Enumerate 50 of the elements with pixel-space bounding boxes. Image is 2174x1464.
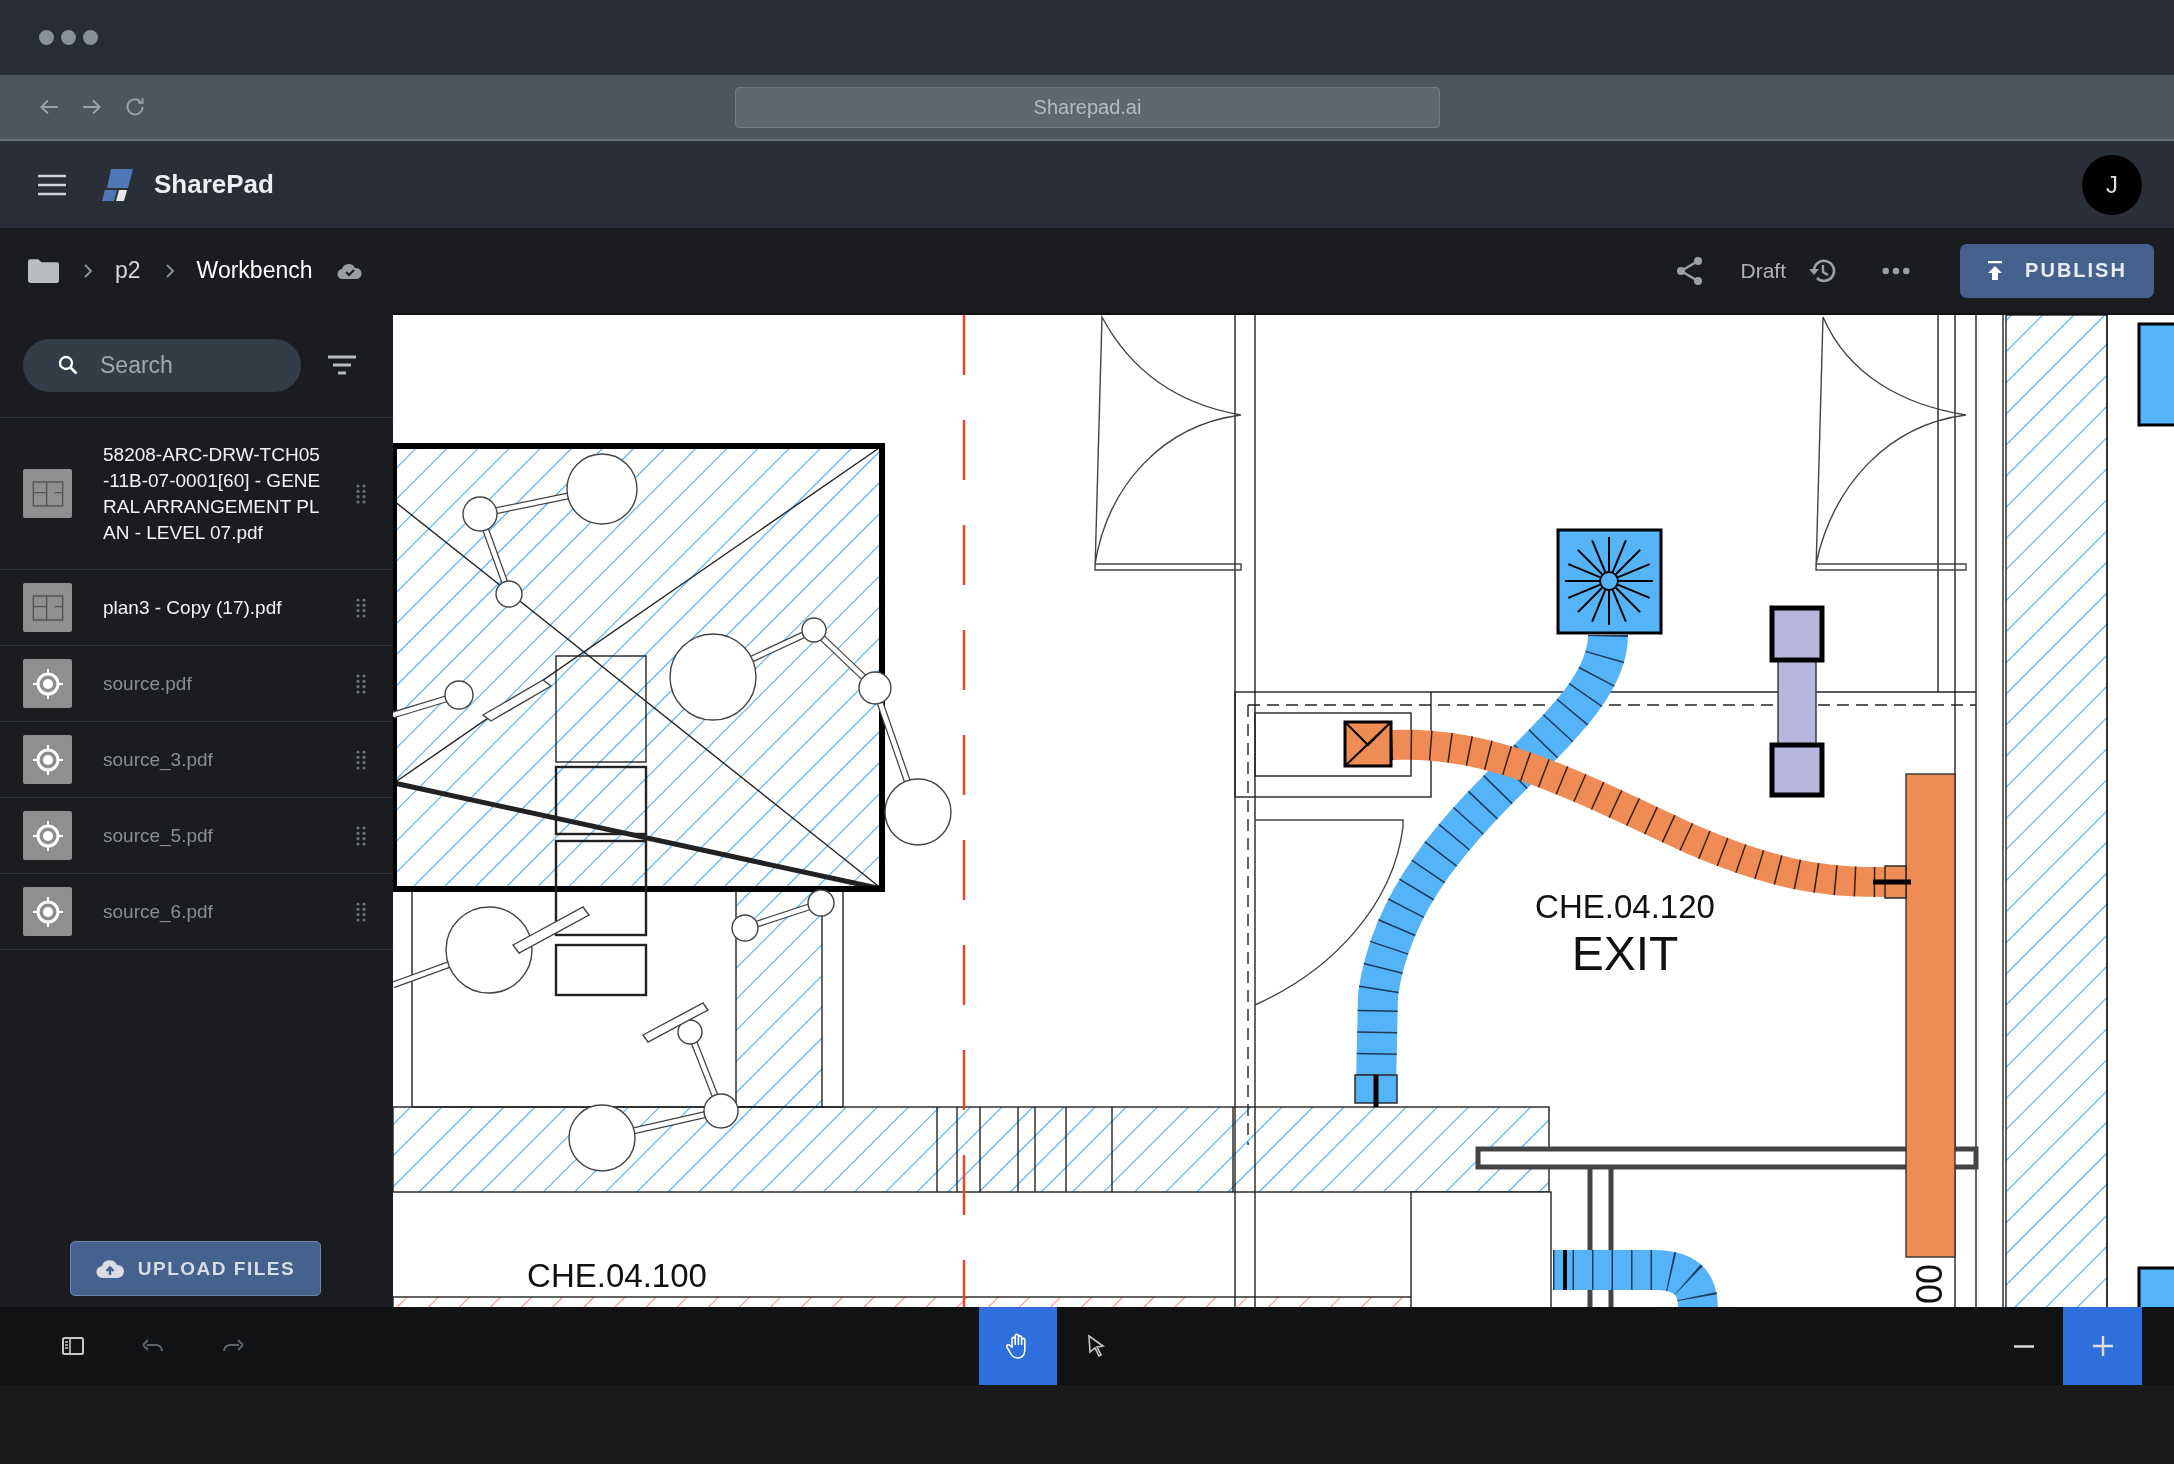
minus-icon <box>2012 1344 2035 1348</box>
tag-label: 00 <box>1908 1264 1949 1304</box>
file-name: 58208-ARC-DRW-TCH05-11B-07-0001[60] - GENERAL ARRANGEMENT PLAN - LEVEL 07.pdf <box>103 442 321 545</box>
upload-files-button[interactable]: UPLOAD FILES <box>70 1241 321 1296</box>
search-field[interactable]: Search <box>23 338 301 392</box>
more-icon[interactable] <box>1882 266 1910 275</box>
filter-icon[interactable] <box>328 355 356 375</box>
breadcrumb-link[interactable]: p2 <box>115 257 141 284</box>
chevron-icon <box>83 262 93 279</box>
upload-icon <box>1987 260 2004 281</box>
file-list-item[interactable]: source.pdf <box>0 646 393 722</box>
file-list-item[interactable]: 58208-ARC-DRW-TCH05-11B-07-0001[60] - GENERAL ARRANGEMENT PLAN - LEVEL 07.pdf <box>0 418 393 570</box>
file-list-item[interactable]: source_6.pdf <box>0 874 393 950</box>
file-name: source_6.pdf <box>103 899 214 925</box>
drag-handle-icon[interactable] <box>356 825 366 846</box>
drag-handle-icon[interactable] <box>356 597 366 618</box>
chevron-icon <box>164 262 175 279</box>
room-name: EXIT <box>1571 927 1679 980</box>
app-name: SharePad <box>154 169 274 200</box>
file-list-item[interactable]: source_3.pdf <box>0 722 393 798</box>
room-number: CHE.04.100 <box>527 1257 707 1294</box>
file-name: source.pdf <box>103 671 193 696</box>
drag-handle-icon[interactable] <box>356 483 366 504</box>
file-list-item[interactable]: source_5.pdf <box>0 798 393 874</box>
cloud-check-icon <box>336 261 363 280</box>
user-avatar[interactable]: J <box>2082 154 2142 215</box>
window-dot[interactable] <box>61 30 76 45</box>
hand-tool-button[interactable] <box>979 1307 1057 1385</box>
publish-button[interactable]: PUBLISH <box>1960 243 2154 298</box>
search-icon <box>58 354 78 375</box>
breadcrumb-link[interactable]: Workbench <box>196 257 313 284</box>
file-list-item[interactable]: plan3 - Copy (17).pdf <box>0 570 393 646</box>
drag-handle-icon[interactable] <box>356 749 366 770</box>
menu-icon[interactable] <box>38 173 66 196</box>
draft-status: Draft <box>1740 258 1786 283</box>
drawing-canvas[interactable]: CHE.04.120 EXIT CHE.04.100 00 <box>393 313 2174 1307</box>
file-name: plan3 - Copy (17).pdf <box>103 595 283 620</box>
window-dot[interactable] <box>83 30 98 45</box>
window-dot[interactable] <box>39 30 54 45</box>
file-name: source_3.pdf <box>103 747 214 773</box>
cloud-upload-icon <box>95 1258 124 1279</box>
sidebar-toggle-icon[interactable] <box>62 1337 84 1355</box>
address-bar[interactable]: Sharepad.ai <box>735 87 1440 128</box>
drag-handle-icon[interactable] <box>356 673 366 694</box>
folder-icon[interactable] <box>28 258 59 283</box>
file-name: source_5.pdf <box>103 823 214 849</box>
logo-icon <box>101 168 135 201</box>
room-number: CHE.04.120 <box>1535 888 1715 925</box>
drag-handle-icon[interactable] <box>356 901 366 922</box>
plus-icon <box>2091 1335 2114 1357</box>
